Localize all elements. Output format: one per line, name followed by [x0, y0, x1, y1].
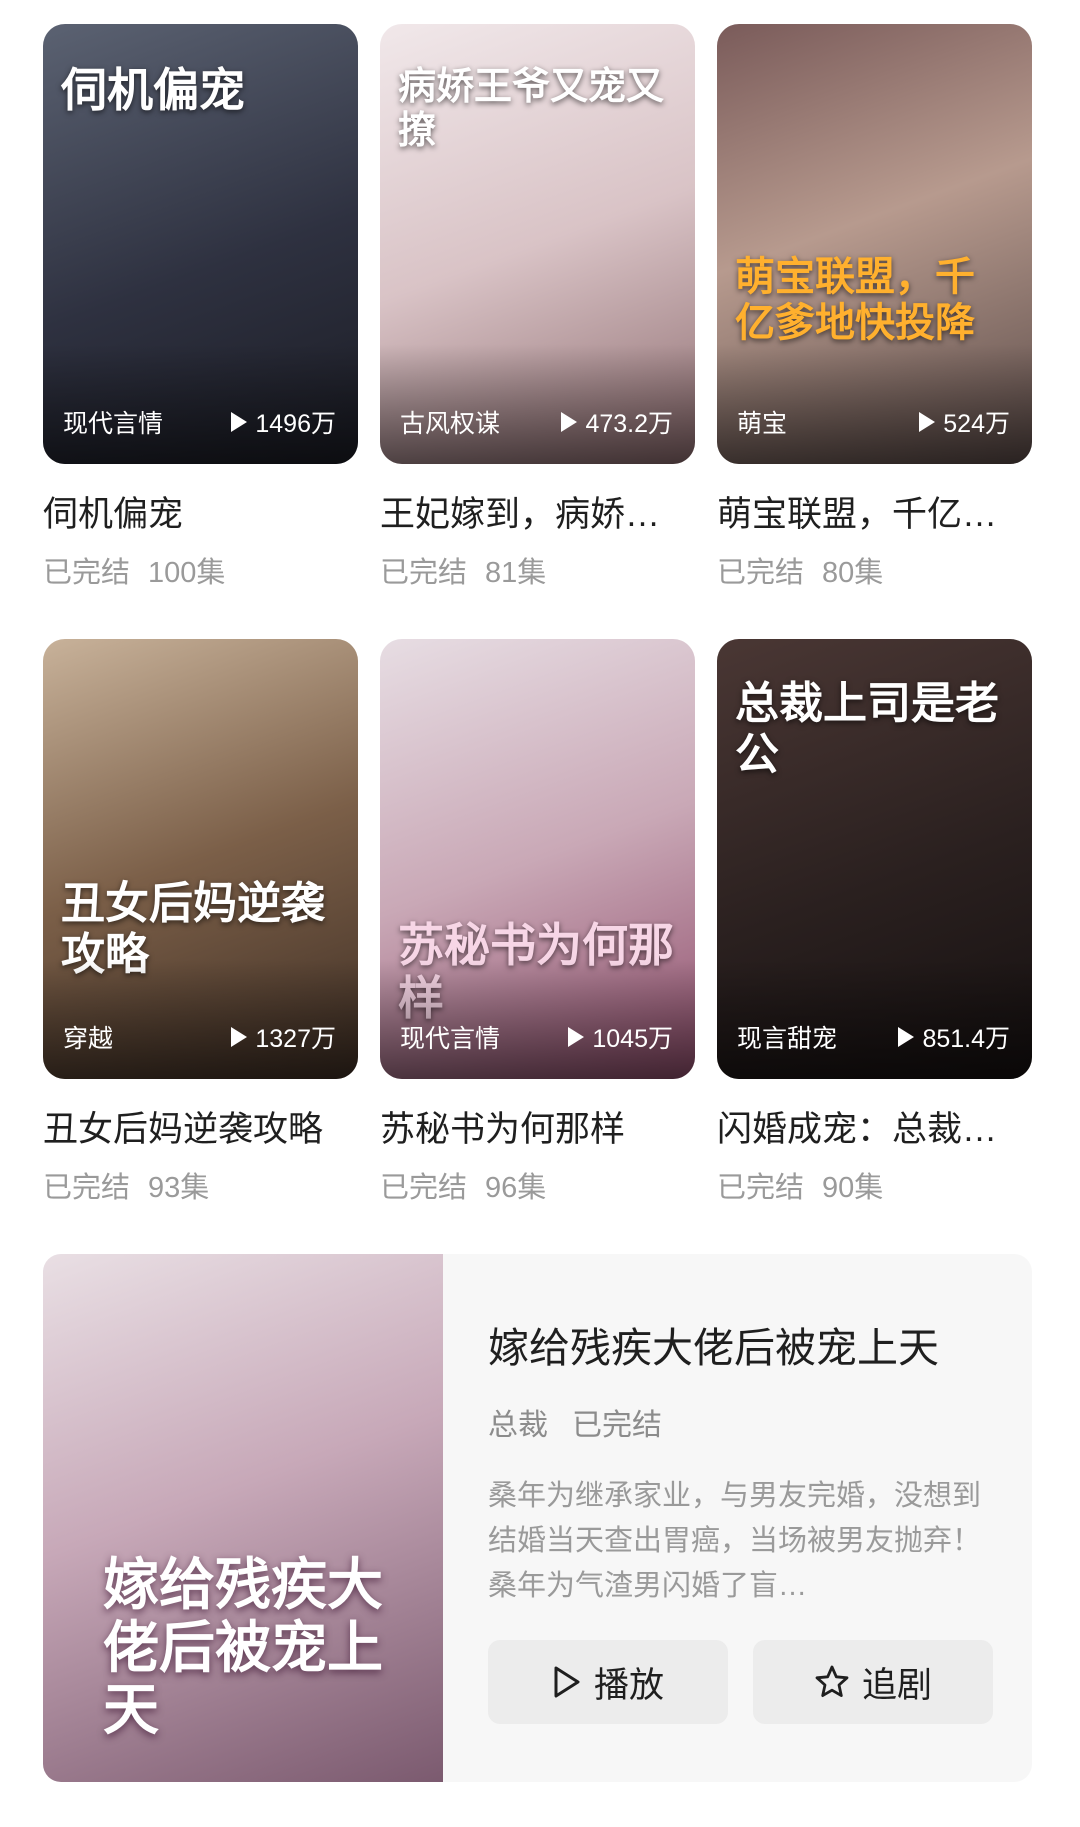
play-button-label: 播放: [593, 1665, 664, 1705]
drama-title[interactable]: 丑女后妈逆袭攻略: [43, 1101, 358, 1152]
play-icon: [561, 412, 578, 432]
drama-poster[interactable]: 丑女后妈逆袭攻略 穿越 1327万: [43, 639, 358, 1079]
featured-meta: 总裁 已完结: [488, 1400, 988, 1444]
play-outline-icon: [554, 1666, 580, 1698]
drama-title[interactable]: 萌宝联盟，千亿爹地快投降: [717, 486, 1032, 537]
drama-card[interactable]: 伺机偏宠 现代言情 1496万 伺机偏宠 已完结 100集: [43, 24, 358, 591]
drama-poster[interactable]: 病娇王爷又宠又撩 古风权谋 473.2万: [380, 24, 695, 464]
view-count: 473.2万: [561, 404, 673, 440]
drama-title[interactable]: 伺机偏宠: [43, 486, 358, 537]
drama-meta: 已完结 100集: [43, 557, 226, 589]
featured-poster-title: 嫁给残疾大佬后被宠上天: [103, 1551, 383, 1744]
view-count: 1327万: [231, 1019, 336, 1055]
genre-label: 现代言情: [63, 410, 164, 438]
drama-poster[interactable]: 总裁上司是老公 现言甜宠 851.4万: [717, 639, 1032, 1079]
play-icon: [919, 412, 936, 432]
drama-meta: 已完结 80集: [717, 557, 884, 589]
play-icon: [231, 1027, 248, 1047]
featured-poster[interactable]: 嫁给残疾大佬后被宠上天: [43, 1254, 443, 1782]
featured-title[interactable]: 嫁给残疾大佬后被宠上天: [488, 1314, 988, 1374]
play-icon: [898, 1027, 915, 1047]
drama-poster[interactable]: 苏秘书为何那样 现代言情 1045万: [380, 639, 695, 1079]
poster-title: 病娇王爷又宠又撩: [398, 63, 665, 152]
play-icon: [231, 412, 248, 432]
play-button[interactable]: 播放: [488, 1640, 728, 1724]
drama-title[interactable]: 苏秘书为何那样: [380, 1101, 695, 1152]
featured-drama-card[interactable]: 嫁给残疾大佬后被宠上天 嫁给残疾大佬后被宠上天 总裁 已完结 桑年为继承家业，与男…: [43, 1254, 1032, 1782]
play-icon: [568, 1027, 585, 1047]
follow-button[interactable]: 追剧: [753, 1640, 993, 1724]
drama-meta: 已完结 81集: [380, 557, 547, 589]
featured-tag: 总裁: [488, 1409, 548, 1442]
drama-card[interactable]: 总裁上司是老公 现言甜宠 851.4万 闪婚成宠：总裁上司是老公 已完结90集: [717, 639, 1032, 1206]
drama-card[interactable]: 苏秘书为何那样 现代言情 1045万 苏秘书为何那样 已完结96集: [380, 639, 695, 1206]
drama-card[interactable]: 萌宝联盟，千亿爹地快投降 萌宝 524万 萌宝联盟，千亿爹地快投降 已完结80集: [717, 24, 1032, 591]
featured-status: 已完结: [572, 1409, 662, 1442]
drama-title[interactable]: 闪婚成宠：总裁上司是老公: [717, 1101, 1032, 1152]
view-count: 1045万: [568, 1019, 673, 1055]
drama-meta: 已完结 90集: [717, 1172, 884, 1204]
drama-card[interactable]: 丑女后妈逆袭攻略 穿越 1327万 丑女后妈逆袭攻略 已完结 93集: [43, 639, 358, 1206]
genre-label: 现言甜宠: [737, 1025, 838, 1053]
genre-label: 现代言情: [400, 1025, 501, 1053]
view-count: 851.4万: [898, 1019, 1010, 1055]
follow-button-label: 追剧: [861, 1665, 932, 1705]
drama-meta: 已完结 96集: [380, 1172, 547, 1204]
featured-info: 嫁给残疾大佬后被宠上天 总裁 已完结 桑年为继承家业，与男友完婚，没想到结婚当天查…: [488, 1314, 988, 1609]
drama-card[interactable]: 病娇王爷又宠又撩 古风权谋 473.2万 王妃嫁到，病娇王爷又宠又撩 已完结81…: [380, 24, 695, 591]
genre-label: 萌宝: [737, 410, 788, 438]
view-count: 1496万: [231, 404, 336, 440]
drama-title[interactable]: 王妃嫁到，病娇王爷又宠又撩: [380, 486, 695, 537]
genre-label: 古风权谋: [400, 410, 501, 438]
poster-title: 总裁上司是老公: [735, 678, 999, 780]
drama-poster[interactable]: 伺机偏宠 现代言情 1496万: [43, 24, 358, 464]
poster-title: 伺机偏宠: [61, 63, 245, 117]
view-count: 524万: [919, 404, 1010, 440]
genre-label: 穿越: [63, 1025, 114, 1053]
poster-title: 萌宝联盟，千亿爹地快投降: [735, 253, 975, 346]
drama-meta: 已完结 93集: [43, 1172, 210, 1204]
featured-description: 桑年为继承家业，与男友完婚，没想到结婚当天查出胃癌，当场被男友抛弃！桑年为气渣男…: [488, 1480, 982, 1602]
drama-poster[interactable]: 萌宝联盟，千亿爹地快投降 萌宝 524万: [717, 24, 1032, 464]
star-outline-icon: [815, 1665, 849, 1697]
